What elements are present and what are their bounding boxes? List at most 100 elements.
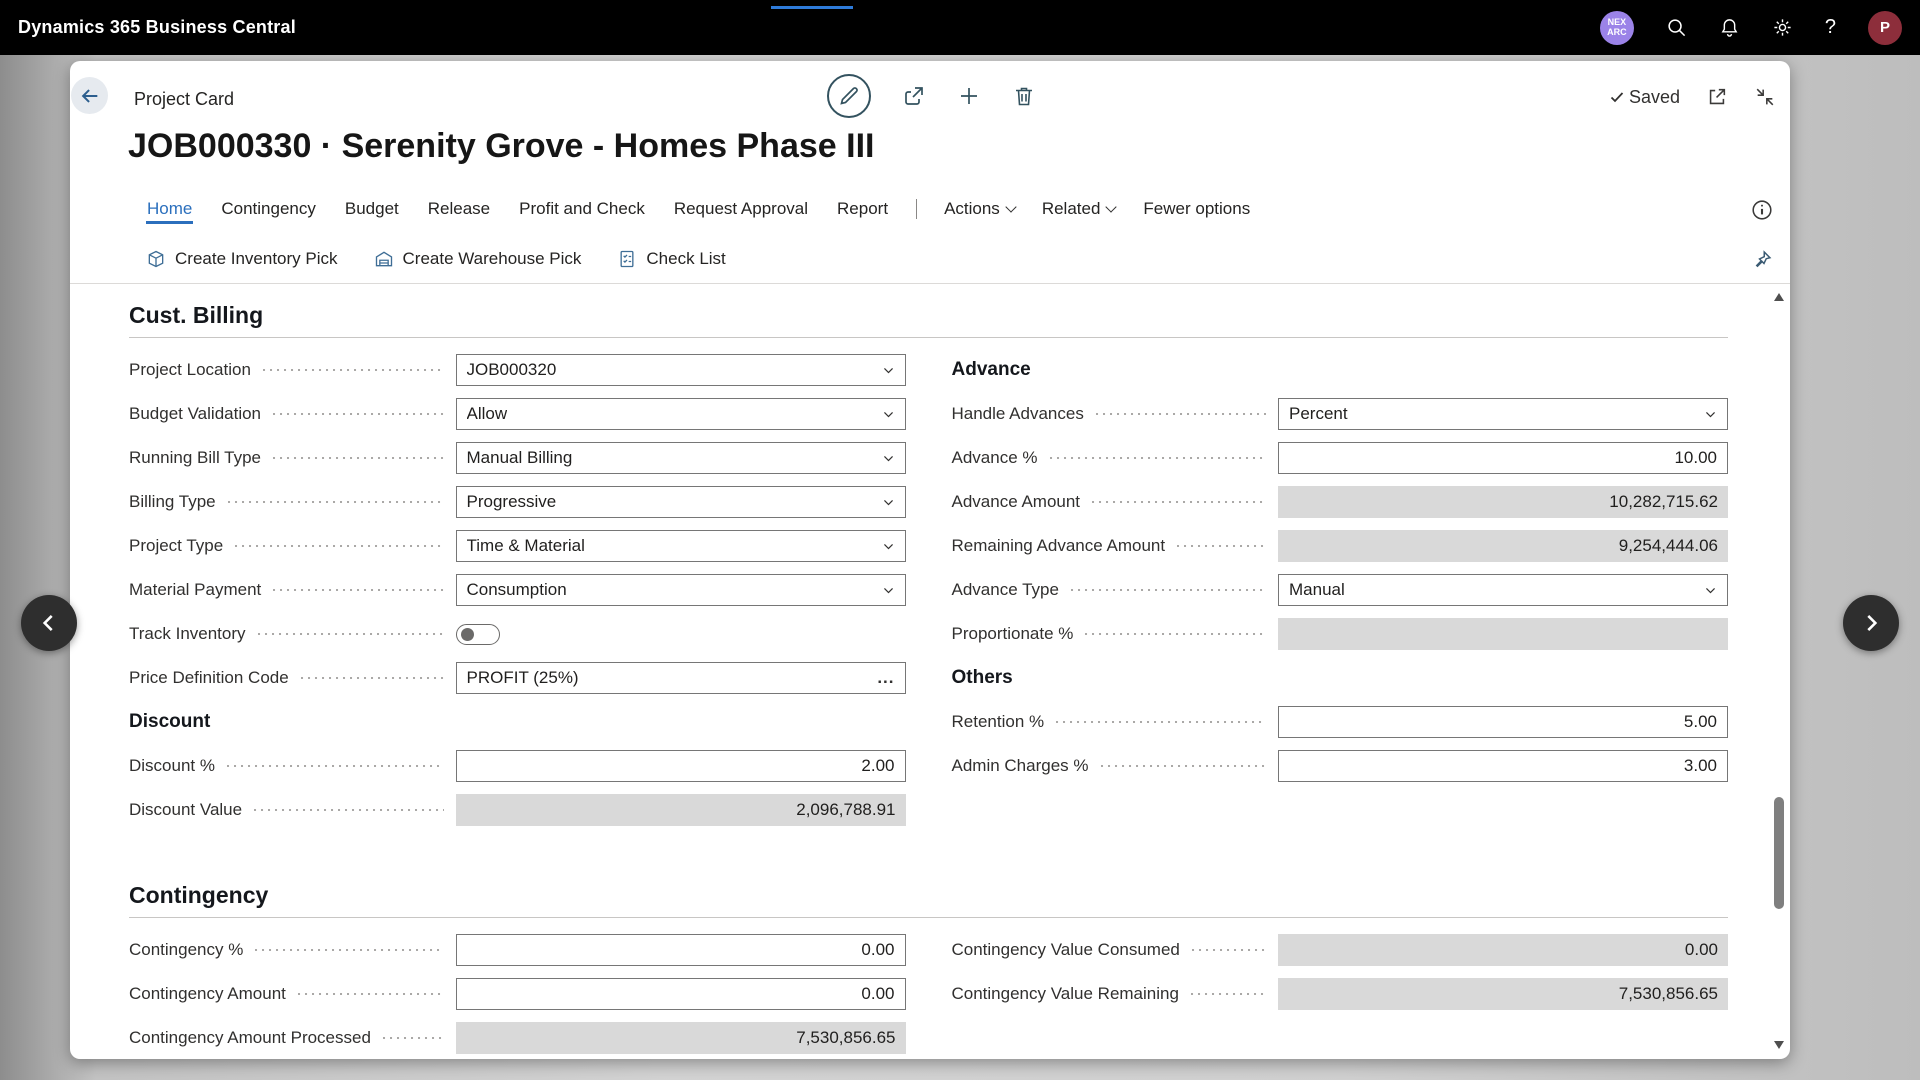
vertical-scrollbar[interactable] (1772, 289, 1787, 1053)
assist-edit-button[interactable]: ... (877, 668, 894, 688)
field-row-project-type: Project Type Time & Material (129, 524, 906, 568)
command-label: Check List (646, 249, 725, 269)
tab-home[interactable]: Home (146, 195, 193, 224)
retention-pct-input[interactable] (1278, 706, 1728, 738)
notifications-icon[interactable] (1719, 17, 1740, 38)
scroll-up-arrow-icon[interactable] (1774, 293, 1784, 301)
field-label: Proportionate % (952, 624, 1074, 644)
tab-budget[interactable]: Budget (344, 195, 400, 223)
tabs-separator (916, 199, 917, 219)
dotted-leader (383, 1037, 444, 1039)
edit-button[interactable] (827, 74, 871, 118)
admin-charges-pct-input[interactable] (1278, 750, 1728, 782)
field-label: Retention % (952, 712, 1045, 732)
dotted-leader (298, 993, 444, 995)
budget-validation-dropdown[interactable]: Allow (456, 398, 906, 430)
field-row-price-definition-code: Price Definition Code PROFIT (25%) ... (129, 656, 906, 700)
tab-release[interactable]: Release (427, 195, 491, 223)
new-plus-icon[interactable] (957, 84, 981, 108)
field-row-track-inventory: Track Inventory (129, 612, 906, 656)
field-value: Manual (1289, 580, 1345, 600)
help-icon[interactable]: ? (1825, 16, 1836, 39)
field-row-retention-pct: Retention % (952, 700, 1729, 744)
check-list-button[interactable]: Check List (617, 249, 725, 269)
page-title: JOB000330 · Serenity Grove - Homes Phase… (128, 125, 874, 167)
dotted-leader (258, 633, 444, 635)
track-inventory-toggle[interactable] (456, 624, 500, 645)
delete-trash-icon[interactable] (1012, 84, 1036, 108)
related-menu[interactable]: Related (1042, 199, 1116, 219)
material-payment-dropdown[interactable]: Consumption (456, 574, 906, 606)
field-label: Discount % (129, 756, 215, 776)
field-row-contingency-pct: Contingency % (129, 928, 906, 972)
scroll-down-arrow-icon[interactable] (1774, 1041, 1784, 1049)
create-inventory-pick-button[interactable]: Create Inventory Pick (146, 249, 338, 269)
advance-pct-input[interactable] (1278, 442, 1728, 474)
command-bar: Create Inventory Pick Create Warehouse P… (146, 243, 726, 275)
settings-gear-icon[interactable] (1772, 17, 1793, 38)
field-row-contingency-amount-processed: Contingency Amount Processed 7,530,856.6… (129, 1016, 906, 1059)
project-location-dropdown[interactable]: JOB000320 (456, 354, 906, 386)
field-value: 9,254,444.06 (1619, 536, 1718, 556)
chevron-down-icon (882, 408, 895, 421)
back-button[interactable] (71, 77, 108, 114)
price-definition-code-field[interactable]: PROFIT (25%) ... (456, 662, 906, 694)
billing-type-dropdown[interactable]: Progressive (456, 486, 906, 518)
dotted-leader (228, 501, 444, 503)
info-icon[interactable] (1751, 199, 1773, 221)
chevron-down-icon (882, 584, 895, 597)
share-icon[interactable] (902, 84, 926, 108)
open-in-window-icon[interactable] (1706, 86, 1728, 108)
command-label: Create Warehouse Pick (403, 249, 582, 269)
field-label: Project Type (129, 536, 223, 556)
field-value: 2,096,788.91 (796, 800, 895, 820)
handle-advances-dropdown[interactable]: Percent (1278, 398, 1728, 430)
contingency-amount-processed-field: 7,530,856.65 (456, 1022, 906, 1054)
previous-record-button[interactable] (21, 595, 77, 651)
next-record-button[interactable] (1843, 595, 1899, 651)
tab-report[interactable]: Report (836, 195, 889, 223)
org-avatar[interactable]: NEX ARC (1600, 11, 1634, 45)
contingency-pct-input[interactable] (456, 934, 906, 966)
ribbon-tabs: Home Contingency Budget Release Profit a… (146, 192, 1278, 226)
discount-value-field: 2,096,788.91 (456, 794, 906, 826)
contingency-columns: Contingency % Contingency Amount Conting… (129, 928, 1728, 1059)
user-avatar[interactable]: P (1868, 11, 1902, 45)
scrollbar-thumb[interactable] (1774, 797, 1784, 909)
field-value: 10,282,715.62 (1609, 492, 1718, 512)
dotted-leader (273, 457, 444, 459)
field-label: Admin Charges % (952, 756, 1089, 776)
field-label: Advance % (952, 448, 1038, 468)
fewer-options-button[interactable]: Fewer options (1142, 195, 1251, 223)
project-type-dropdown[interactable]: Time & Material (456, 530, 906, 562)
card-content: Cust. Billing Project Location JOB000320… (70, 284, 1768, 1059)
toggle-knob (461, 628, 474, 641)
advance-type-dropdown[interactable]: Manual (1278, 574, 1728, 606)
dotted-leader (1101, 765, 1266, 767)
field-value: Manual Billing (467, 448, 573, 468)
chevron-down-icon (1704, 408, 1717, 421)
dotted-leader (254, 809, 443, 811)
dotted-leader (1050, 457, 1267, 459)
tab-contingency[interactable]: Contingency (220, 195, 317, 223)
actions-menu[interactable]: Actions (944, 199, 1015, 219)
field-row-discount-value: Discount Value 2,096,788.91 (129, 788, 906, 832)
check-icon (1609, 89, 1625, 105)
field-value: Time & Material (467, 536, 585, 556)
tab-request-approval[interactable]: Request Approval (673, 195, 809, 223)
cust-billing-left-column: Project Location JOB000320 Budget Valida… (129, 348, 906, 832)
contingency-amount-input[interactable] (456, 978, 906, 1010)
tab-profit-and-check[interactable]: Profit and Check (518, 195, 646, 223)
collapse-icon[interactable] (1754, 86, 1776, 108)
discount-pct-input[interactable] (456, 750, 906, 782)
topbar-actions: NEX ARC ? P (1600, 11, 1902, 45)
field-label: Price Definition Code (129, 668, 289, 688)
browser-tab-accent (771, 6, 853, 9)
field-label: Material Payment (129, 580, 261, 600)
project-card: Project Card JOB000330 · Serenity Grove … (70, 61, 1790, 1059)
pin-icon[interactable] (1752, 249, 1773, 270)
field-row-handle-advances: Handle Advances Percent (952, 392, 1729, 436)
search-icon[interactable] (1666, 17, 1687, 38)
create-warehouse-pick-button[interactable]: Create Warehouse Pick (374, 249, 582, 269)
running-bill-type-dropdown[interactable]: Manual Billing (456, 442, 906, 474)
